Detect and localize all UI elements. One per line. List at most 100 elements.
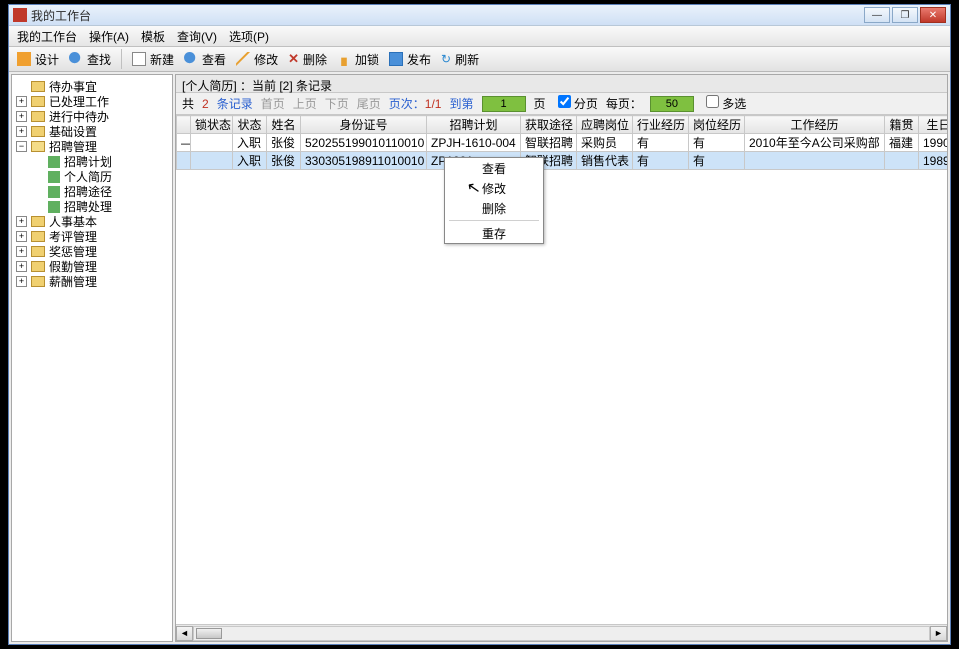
cell-jobhist: 有 <box>689 152 745 170</box>
pageidx: 1/1 <box>425 97 442 111</box>
scroll-right-button[interactable]: ► <box>930 626 947 641</box>
cell-plan: ZPJH-1610-004 <box>427 134 521 152</box>
multi-check[interactable]: 多选 <box>702 95 746 112</box>
minimize-button[interactable]: — <box>864 7 890 23</box>
table-row[interactable]: 入职张俊330305198911010010ZP1001智联招聘销售代表有有19… <box>177 152 948 170</box>
separator <box>121 49 122 69</box>
tree-node-base[interactable]: +基础设置 <box>12 124 172 139</box>
cell-native <box>885 152 919 170</box>
grid: 锁状态 状态 姓名 身份证号 招聘计划 获取途径 应聘岗位 行业经历 岗位经历 … <box>176 115 947 624</box>
col-status[interactable]: 状态 <box>233 116 267 134</box>
cell-idno: 520255199010110010 <box>301 134 427 152</box>
tree-node-channel[interactable]: 招聘途径 <box>12 184 172 199</box>
col-workhist[interactable]: 工作经历 <box>745 116 885 134</box>
delete-button[interactable]: ✕删除 <box>288 51 327 68</box>
cell-lock <box>191 134 233 152</box>
delete-icon: ✕ <box>288 51 299 67</box>
tree-node-bonus[interactable]: +奖惩管理 <box>12 244 172 259</box>
breadcrumb: [个人简历] ：当前 [2] 条记录 <box>176 75 947 93</box>
tree-node-todo[interactable]: 待办事宜 <box>12 79 172 94</box>
data-table: 锁状态 状态 姓名 身份证号 招聘计划 获取途径 应聘岗位 行业经历 岗位经历 … <box>176 115 947 170</box>
horizontal-scrollbar[interactable]: ◄ ► <box>176 624 947 641</box>
col-idno[interactable]: 身份证号 <box>301 116 427 134</box>
edit-icon <box>236 52 250 66</box>
view-icon <box>184 52 198 66</box>
scroll-thumb[interactable] <box>196 628 222 639</box>
total-count: 2 <box>202 97 209 111</box>
row-marker <box>177 152 191 170</box>
cell-jobhist: 有 <box>689 134 745 152</box>
search-button[interactable]: 查找 <box>69 51 111 68</box>
design-button[interactable]: 设计 <box>17 51 59 68</box>
menu-template[interactable]: 模板 <box>141 28 165 45</box>
ctx-edit[interactable]: 修改 <box>445 178 543 198</box>
tree-node-process[interactable]: 招聘处理 <box>12 199 172 214</box>
cell-channel: 智联招聘 <box>521 134 577 152</box>
close-button[interactable]: ✕ <box>920 7 946 23</box>
ctx-saveas[interactable]: 重存 <box>445 223 543 243</box>
scroll-left-button[interactable]: ◄ <box>176 626 193 641</box>
lock-icon <box>337 52 351 66</box>
tree-node-ongoing[interactable]: +进行中待办 <box>12 109 172 124</box>
tree: 待办事宜 +已处理工作 +进行中待办 +基础设置 −招聘管理 招聘计划 个人简历… <box>12 75 172 293</box>
menu-query[interactable]: 查询(V) <box>177 28 217 45</box>
total-label: 共 <box>182 95 194 112</box>
goto-input[interactable] <box>482 96 526 112</box>
last-page[interactable]: 尾页 <box>357 95 381 112</box>
cell-industry: 有 <box>633 134 689 152</box>
col-rowmark[interactable] <box>177 116 191 134</box>
leaf-icon <box>48 201 60 213</box>
col-jobhist[interactable]: 岗位经历 <box>689 116 745 134</box>
col-channel[interactable]: 获取途径 <box>521 116 577 134</box>
col-plan[interactable]: 招聘计划 <box>427 116 521 134</box>
col-industry[interactable]: 行业经历 <box>633 116 689 134</box>
tree-node-eval[interactable]: +考评管理 <box>12 229 172 244</box>
pageidx-label: 页次： <box>389 97 425 111</box>
prev-page[interactable]: 上页 <box>293 95 317 112</box>
perpage-input[interactable] <box>650 96 694 112</box>
menu-options[interactable]: 选项(P) <box>229 28 269 45</box>
pager: 共 2 条记录 首页 上页 下页 尾页 页次：1/1 到第 页 分页 每页： 多… <box>176 93 947 115</box>
col-birth[interactable]: 生日 <box>919 116 948 134</box>
tree-node-recruit[interactable]: −招聘管理 <box>12 139 172 154</box>
cell-birth: 1990-10 <box>919 134 948 152</box>
next-page[interactable]: 下页 <box>325 95 349 112</box>
paginate-check[interactable]: 分页 <box>554 95 598 112</box>
tree-node-leave[interactable]: +假勤管理 <box>12 259 172 274</box>
ctx-view[interactable]: 查看 <box>445 158 543 178</box>
scroll-track[interactable] <box>193 626 930 641</box>
menu-operate[interactable]: 操作(A) <box>89 28 129 45</box>
table-row[interactable]: —入职张俊520255199010110010ZPJH-1610-004智联招聘… <box>177 134 948 152</box>
col-position[interactable]: 应聘岗位 <box>577 116 633 134</box>
cell-industry: 有 <box>633 152 689 170</box>
window-title: 我的工作台 <box>31 7 864 24</box>
tree-node-salary[interactable]: +薪酬管理 <box>12 274 172 289</box>
col-lock[interactable]: 锁状态 <box>191 116 233 134</box>
records-label: 条记录 <box>217 95 253 112</box>
menu-workbench[interactable]: 我的工作台 <box>17 28 77 45</box>
col-name[interactable]: 姓名 <box>267 116 301 134</box>
col-native[interactable]: 籍贯 <box>885 116 919 134</box>
tree-node-resume[interactable]: 个人简历 <box>12 169 172 184</box>
cell-lock <box>191 152 233 170</box>
tree-node-plan[interactable]: 招聘计划 <box>12 154 172 169</box>
lock-button[interactable]: 加锁 <box>337 51 379 68</box>
refresh-button[interactable]: ↻刷新 <box>441 51 479 68</box>
search-icon <box>69 52 83 66</box>
new-icon <box>132 52 146 66</box>
cell-idno: 330305198911010010 <box>301 152 427 170</box>
tree-node-done[interactable]: +已处理工作 <box>12 94 172 109</box>
edit-button[interactable]: 修改 <box>236 51 278 68</box>
title-bar: 我的工作台 — ❐ ✕ <box>9 5 950 26</box>
ctx-delete[interactable]: 删除 <box>445 198 543 218</box>
maximize-button[interactable]: ❐ <box>892 7 918 23</box>
cell-status: 入职 <box>233 134 267 152</box>
new-button[interactable]: 新建 <box>132 51 174 68</box>
tree-node-hr[interactable]: +人事基本 <box>12 214 172 229</box>
first-page[interactable]: 首页 <box>261 95 285 112</box>
page-label: 页 <box>534 95 546 112</box>
view-button[interactable]: 查看 <box>184 51 226 68</box>
row-marker: — <box>177 134 191 152</box>
publish-button[interactable]: 发布 <box>389 51 431 68</box>
toolbar: 设计 查找 新建 查看 修改 ✕删除 加锁 发布 ↻刷新 <box>9 47 950 72</box>
